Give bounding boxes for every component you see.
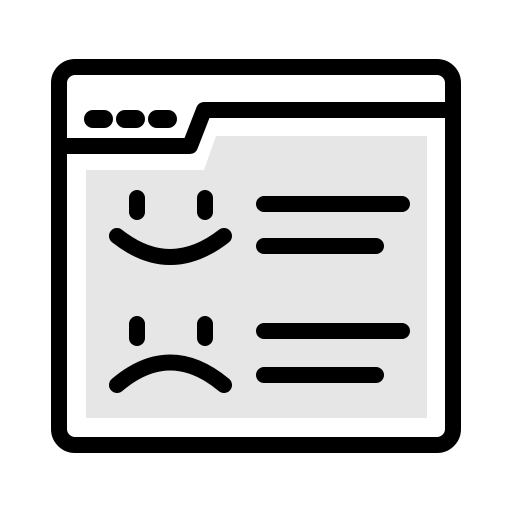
feedback-browser-window-icon	[51, 59, 461, 453]
icon-canvas	[0, 0, 512, 512]
